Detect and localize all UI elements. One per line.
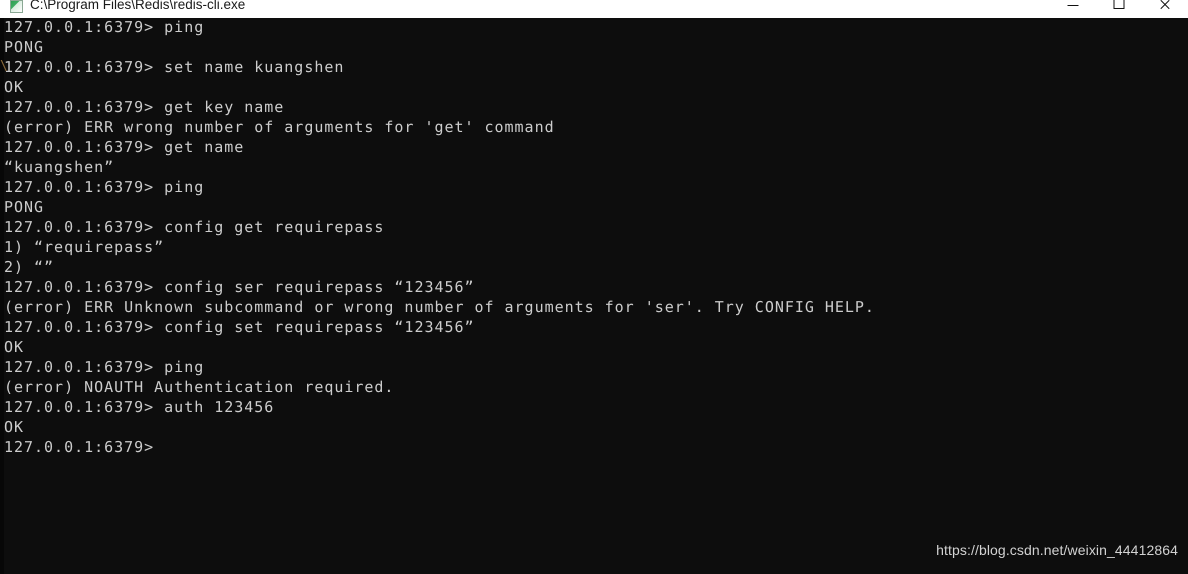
console-app-icon [10,0,23,13]
title-bar-left-group: C:\Program Files\Redis\redis-cli.exe [10,0,245,16]
terminal-output: 127.0.0.1:6379> ping PONG 127.0.0.1:6379> … [4,18,1184,457]
close-icon [1159,0,1171,10]
terminal-line: OK [4,338,25,356]
terminal-line: OK [4,78,25,96]
terminal-line: 127.0.0.1:6379> get name [4,138,245,156]
close-button[interactable] [1142,0,1188,18]
terminal-line: (error) ERR wrong number of arguments fo… [4,118,555,136]
maximize-icon [1113,0,1125,9]
terminal-line: (error) ERR Unknown subcommand or wrong … [4,298,875,316]
terminal-line: PONG [4,198,45,216]
console-client-area[interactable]: 127.0.0.1:6379> ping PONG 127.0.0.1:6379> … [0,18,1188,574]
terminal-line: 127.0.0.1:6379> config set requirepass “… [4,318,475,336]
window-controls [1050,0,1188,18]
minimize-button[interactable] [1050,0,1096,18]
terminal-line: 127.0.0.1:6379> get key name [4,98,285,116]
terminal-line: 127.0.0.1:6379> auth 123456 [4,398,275,416]
maximize-button[interactable] [1096,0,1142,18]
terminal-line: “kuangshen” [4,158,115,176]
redis-cli-window: C:\Program Files\Redis\redis-cli.exe 127… [0,0,1188,574]
watermark-url: https://blog.csdn.net/weixin_44412864 [936,542,1178,558]
terminal-line: 127.0.0.1:6379> [4,438,155,456]
minimize-icon [1067,5,1079,6]
terminal-line: (error) NOAUTH Authentication required. [4,378,395,396]
window-title: C:\Program Files\Redis\redis-cli.exe [30,0,246,12]
terminal-line: 127.0.0.1:6379> ping [4,358,205,376]
terminal-line: 127.0.0.1:6379> config get requirepass [4,218,385,236]
terminal-line: 127.0.0.1:6379> config ser requirepass “… [4,278,475,296]
cursor-artifact: \ [0,59,8,74]
terminal-line: OK [4,418,25,436]
terminal-line: PONG [4,38,45,56]
terminal-line: 2) “” [4,258,55,276]
terminal-line: 127.0.0.1:6379> ping [4,178,205,196]
terminal-line: 127.0.0.1:6379> set name kuangshen [4,58,345,76]
terminal-line: 1) “requirepass” [4,238,165,256]
terminal-line: 127.0.0.1:6379> ping [4,18,205,36]
title-bar[interactable]: C:\Program Files\Redis\redis-cli.exe [0,0,1188,18]
